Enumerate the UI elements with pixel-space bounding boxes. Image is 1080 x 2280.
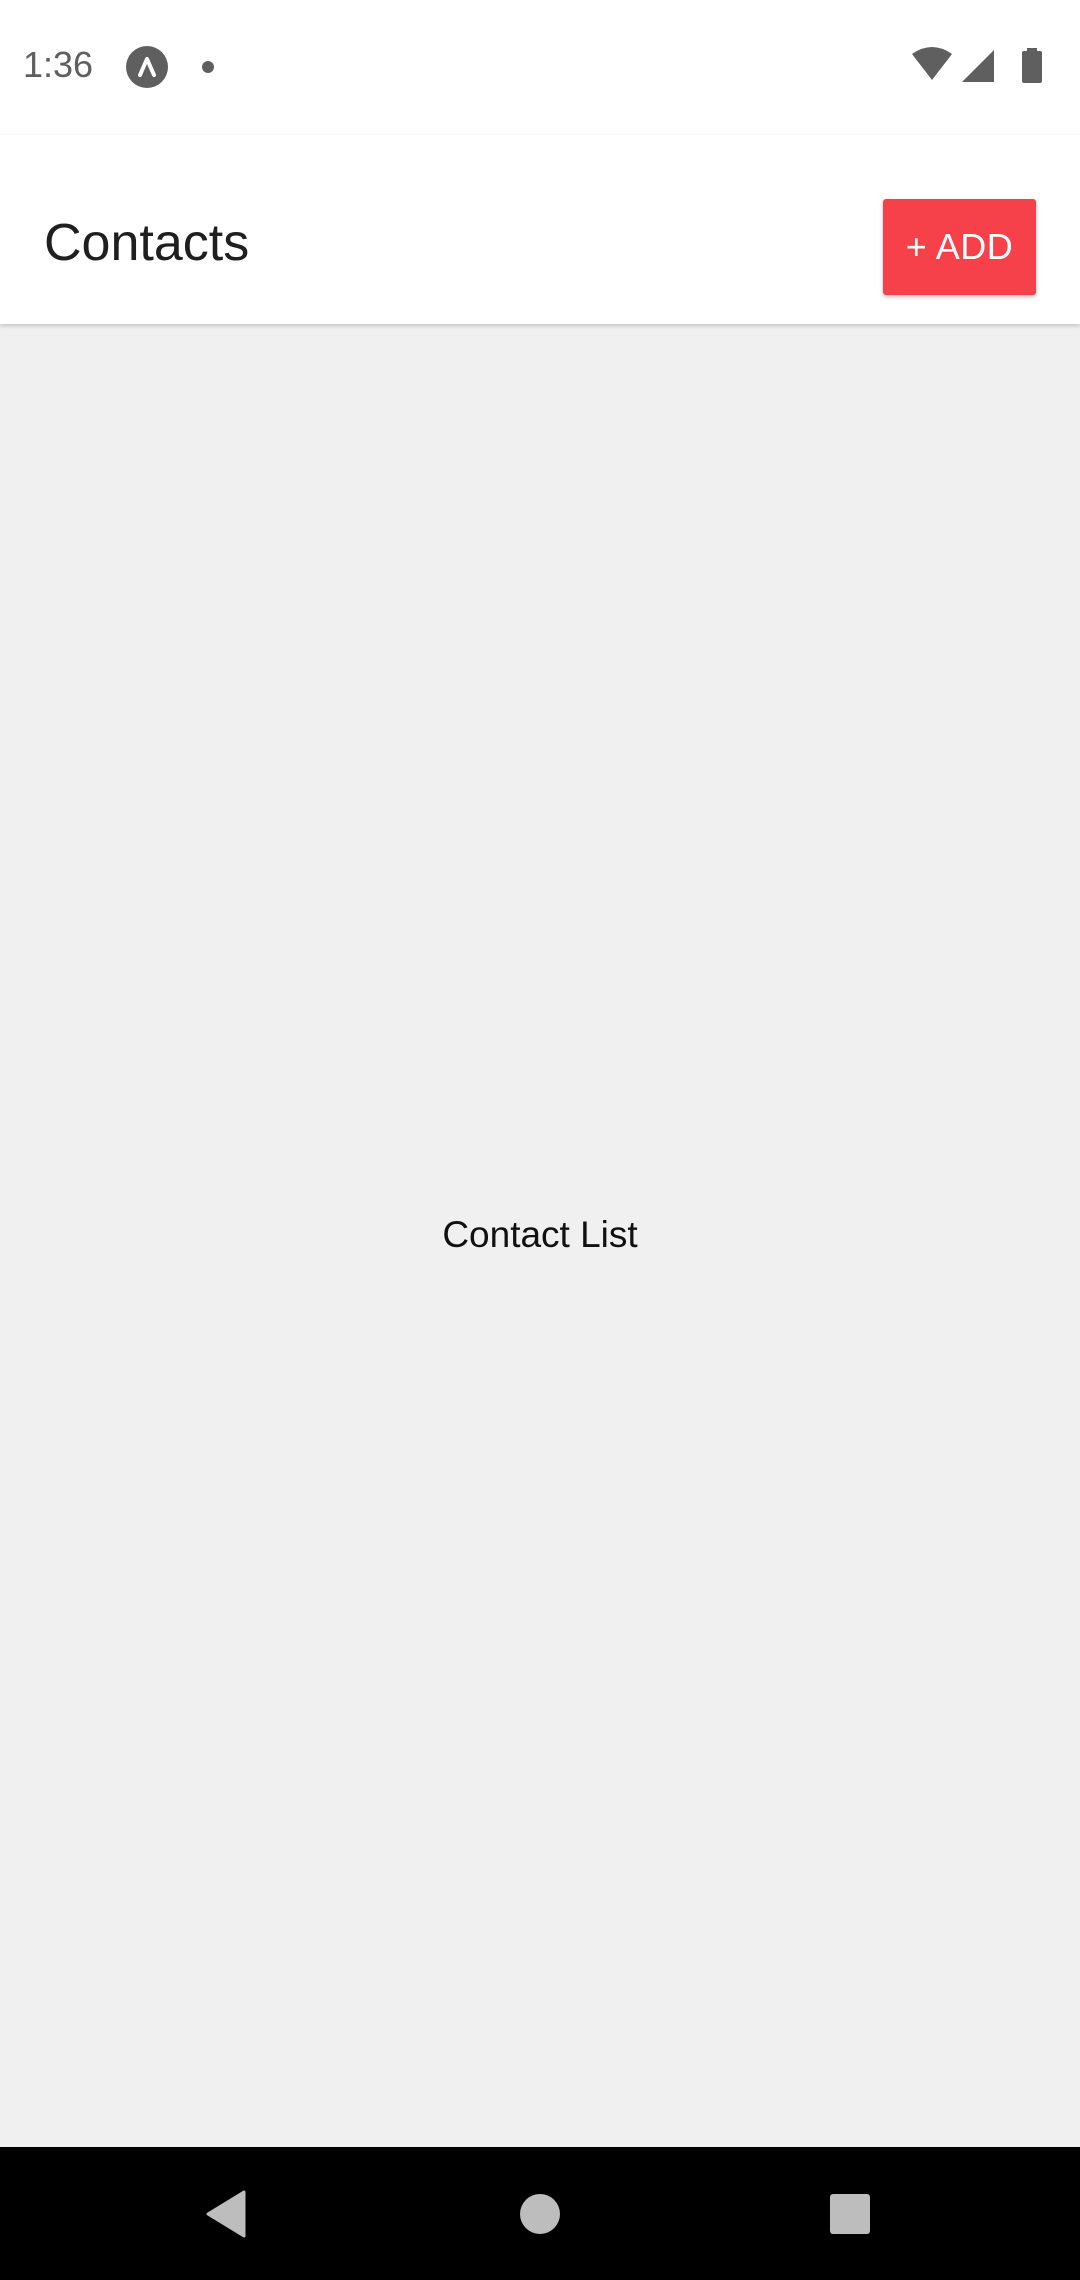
- back-button[interactable]: [146, 2147, 306, 2280]
- wifi-icon: [912, 47, 952, 80]
- status-time: 1:36: [23, 44, 94, 85]
- contact-list-placeholder: Contact List: [442, 1214, 638, 1255]
- battery-icon: [1022, 48, 1042, 83]
- contact-list-area: Contact List: [0, 324, 1080, 2147]
- recents-square-icon: [830, 2193, 870, 2234]
- system-nav-bar: [0, 2147, 1080, 2280]
- status-bar: 1:36: [0, 0, 1080, 135]
- dot-icon: [202, 61, 214, 73]
- page-title: Contacts: [44, 214, 250, 272]
- app-bar: Contacts + ADD: [0, 135, 1080, 324]
- home-circle-icon: [520, 2193, 560, 2234]
- cell-signal-icon: [962, 50, 994, 82]
- home-button[interactable]: [460, 2147, 620, 2280]
- add-contact-button[interactable]: + ADD: [883, 199, 1036, 295]
- status-icons: [910, 46, 1060, 86]
- recents-button[interactable]: [770, 2147, 930, 2280]
- react-native-icon: [126, 46, 168, 88]
- screen: 1:36 Contacts + ADD Contact List: [0, 0, 1080, 2280]
- back-triangle-icon: [206, 2190, 246, 2237]
